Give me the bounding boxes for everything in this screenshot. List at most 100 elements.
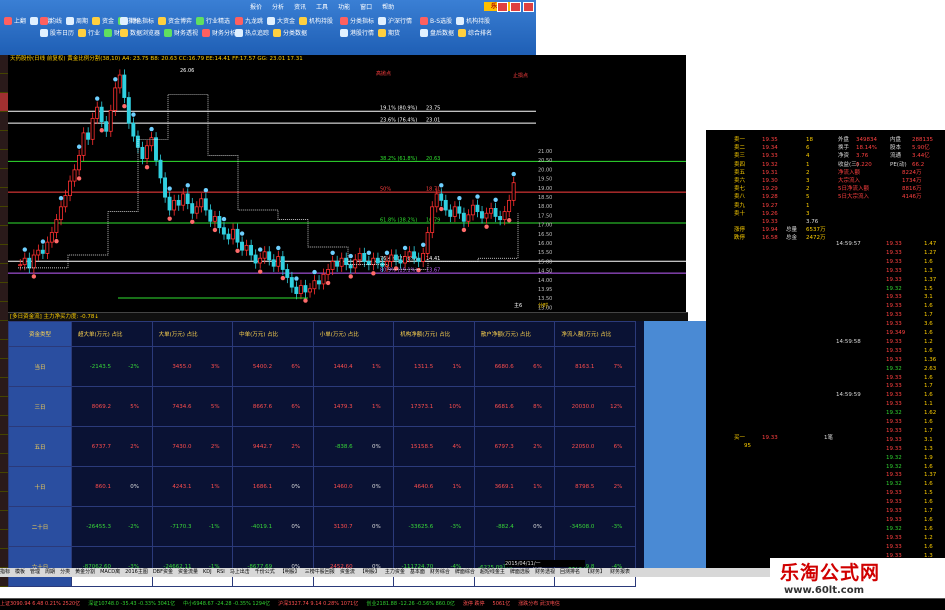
status-index-1[interactable]: 深证10748.0 -35.43 -0.33% 3041亿 <box>88 601 175 607</box>
vertical-tab-23[interactable] <box>0 492 8 511</box>
menu-item-2[interactable]: 资讯 <box>294 2 306 14</box>
menu-item-4[interactable]: 功能 <box>338 2 350 14</box>
table-row-label[interactable]: 五日 <box>8 426 72 467</box>
mk-button-0[interactable]: 分类指标 <box>340 16 374 25</box>
dtb-button-0[interactable]: 热点追踪 <box>235 28 269 37</box>
indb-button-1[interactable]: 财务透视 <box>164 28 198 37</box>
scb-button-0[interactable]: 盘后数据 <box>420 28 454 37</box>
table-row-label[interactable]: 当日 <box>8 346 72 387</box>
table-row-label[interactable]: 六十日 <box>8 546 72 587</box>
vertical-tab-21[interactable] <box>0 454 8 473</box>
indicator-tab-15[interactable]: 三榜牛股回报 <box>305 569 335 575</box>
vertical-tab-24[interactable] <box>0 511 8 530</box>
status-index-2[interactable]: 中小6948.67 -24.28 -0.35% 1294亿 <box>183 601 270 607</box>
vertical-tab-18[interactable] <box>0 397 8 416</box>
vertical-tab-3[interactable] <box>0 112 8 131</box>
vertical-tab-15[interactable] <box>0 340 8 359</box>
indicator-tab-1[interactable]: 模板 <box>15 569 25 575</box>
status-index-3[interactable]: 沪深3327.74 9.14 0.28% 1071亿 <box>278 601 358 607</box>
table-row-label[interactable]: 十日 <box>8 466 72 507</box>
sc-button-1[interactable]: 机构持股 <box>456 16 490 25</box>
close-button[interactable] <box>523 2 534 12</box>
vertical-tab-2[interactable] <box>0 93 8 112</box>
indicator-tab-3[interactable]: 周期 <box>45 569 55 575</box>
an-button-0[interactable]: 均线 <box>40 16 62 25</box>
indicator-tab-10[interactable]: KDJ <box>203 569 212 575</box>
indicator-tab-4[interactable]: 分类 <box>60 569 70 575</box>
status-index-0[interactable]: 上证3090.94 6.48 0.21% 2520亿 <box>0 601 80 607</box>
menu-item-6[interactable]: 帮助 <box>382 2 394 14</box>
menu-item-0[interactable]: 报价 <box>250 2 262 14</box>
indicator-tab-25[interactable]: 回测排名 <box>560 569 580 575</box>
vertical-tab-9[interactable] <box>0 226 8 245</box>
vertical-tab-7[interactable] <box>0 188 8 207</box>
indicator-tab-20[interactable]: 财务综合 <box>430 569 450 575</box>
ind-button-2[interactable]: 行业精选 <box>196 16 230 25</box>
vertical-tab-12[interactable] <box>0 283 8 302</box>
indb-button-0[interactable]: 数据浏览器 <box>120 28 160 37</box>
kline-chart[interactable]: 19.1% (80.9%) 23.75 23.6% (76.4%) 23.01 38.2… <box>8 55 536 312</box>
vertical-tab-10[interactable] <box>0 245 8 264</box>
vertical-tab-14[interactable] <box>0 321 8 340</box>
indicator-tab-12[interactable]: 马上出击 <box>230 569 250 575</box>
status-index-5[interactable]: 涨停 跌停 <box>463 601 485 607</box>
indicator-tab-0[interactable]: 指标 <box>0 569 10 575</box>
mkb-button-1[interactable]: 期货 <box>378 28 400 37</box>
table-row-label[interactable]: 三日 <box>8 386 72 427</box>
vertical-tab-16[interactable] <box>0 359 8 378</box>
vertical-tab-11[interactable] <box>0 264 8 283</box>
indicator-tab-7[interactable]: 2016主图 <box>125 569 148 575</box>
vertical-tab-25[interactable] <box>0 530 8 549</box>
mk-button-1[interactable]: 沪深行情 <box>378 16 412 25</box>
indicator-tab-2[interactable]: 管理 <box>30 569 40 575</box>
indicator-tab-9[interactable]: 资金流量 <box>178 569 198 575</box>
dt-button-1[interactable]: 大资金 <box>267 16 295 25</box>
indicator-tab-8[interactable]: DBF资金 <box>153 569 173 575</box>
vertical-tab-13[interactable] <box>0 302 8 321</box>
vertical-tab-22[interactable] <box>0 473 8 492</box>
table-row-label[interactable]: 二十日 <box>8 506 72 547</box>
indicator-tab-22[interactable]: 超短线金主 <box>480 569 505 575</box>
maximize-button[interactable] <box>510 2 521 12</box>
indicator-tab-27[interactable]: 财务报表 <box>610 569 630 575</box>
indicator-tab-18[interactable]: 主力资金 <box>385 569 405 575</box>
vertical-tab-20[interactable] <box>0 435 8 454</box>
indicator-tab-16[interactable]: 资金流 <box>340 569 355 575</box>
indicator-tab-24[interactable]: 财务透视 <box>535 569 555 575</box>
indb-button-2[interactable]: 财务分析 <box>202 28 236 37</box>
tick-list[interactable]: 14:59:57 19.33 1.47 19.33 1.27 19.33 1.6 19.33 1… <box>836 240 945 568</box>
vertical-tab-1[interactable] <box>0 74 8 93</box>
indicator-tab-21[interactable]: 牌面综合 <box>455 569 475 575</box>
vertical-tab-4[interactable] <box>0 131 8 150</box>
indicator-tab-19[interactable]: 基本面 <box>410 569 425 575</box>
menu-item-3[interactable]: 工具 <box>316 2 328 14</box>
dtb-button-1[interactable]: 分类数据 <box>273 28 307 37</box>
vertical-tab-8[interactable] <box>0 207 8 226</box>
pg-button-0[interactable]: 上翻 <box>4 16 26 25</box>
indicator-tab-13[interactable]: 千份公式 <box>255 569 275 575</box>
vertical-tab-26[interactable] <box>0 549 8 568</box>
minimize-button[interactable] <box>497 2 508 12</box>
an-button-1[interactable]: 周期 <box>66 16 88 25</box>
anb-button-0[interactable]: 股市日历 <box>40 28 74 37</box>
status-index-6[interactable]: 5061亿 <box>493 601 511 607</box>
indicator-tab-26[interactable]: 【财务】 <box>585 569 605 575</box>
status-index-4[interactable]: 创业2181.88 -12.26 -0.56% 860.0亿 <box>366 601 455 607</box>
indicator-tab-5[interactable]: 黄金分割 <box>75 569 95 575</box>
mkb-button-0[interactable]: 港股行情 <box>340 28 374 37</box>
scb-button-1[interactable]: 综合排名 <box>458 28 492 37</box>
indicator-tab-14[interactable]: 【明股】 <box>280 569 300 575</box>
menu-item-5[interactable]: 窗口 <box>360 2 372 14</box>
status-index-7[interactable]: 涨跌分布 武汉电信 <box>518 601 560 607</box>
dt-button-2[interactable]: 机构持股 <box>299 16 333 25</box>
ind-button-1[interactable]: 资金博弈 <box>158 16 192 25</box>
menu-item-1[interactable]: 分析 <box>272 2 284 14</box>
vertical-tab-19[interactable] <box>0 416 8 435</box>
indicator-tab-11[interactable]: RSI <box>217 569 225 575</box>
indicator-tab-23[interactable]: 牌面选股 <box>510 569 530 575</box>
anb-button-1[interactable]: 行业 <box>78 28 100 37</box>
indicator-tab-17[interactable]: 【明股】 <box>360 569 380 575</box>
dt-button-0[interactable]: 九龙跳 <box>235 16 263 25</box>
an-button-2[interactable]: 资金 <box>92 16 114 25</box>
vertical-tab-17[interactable] <box>0 378 8 397</box>
